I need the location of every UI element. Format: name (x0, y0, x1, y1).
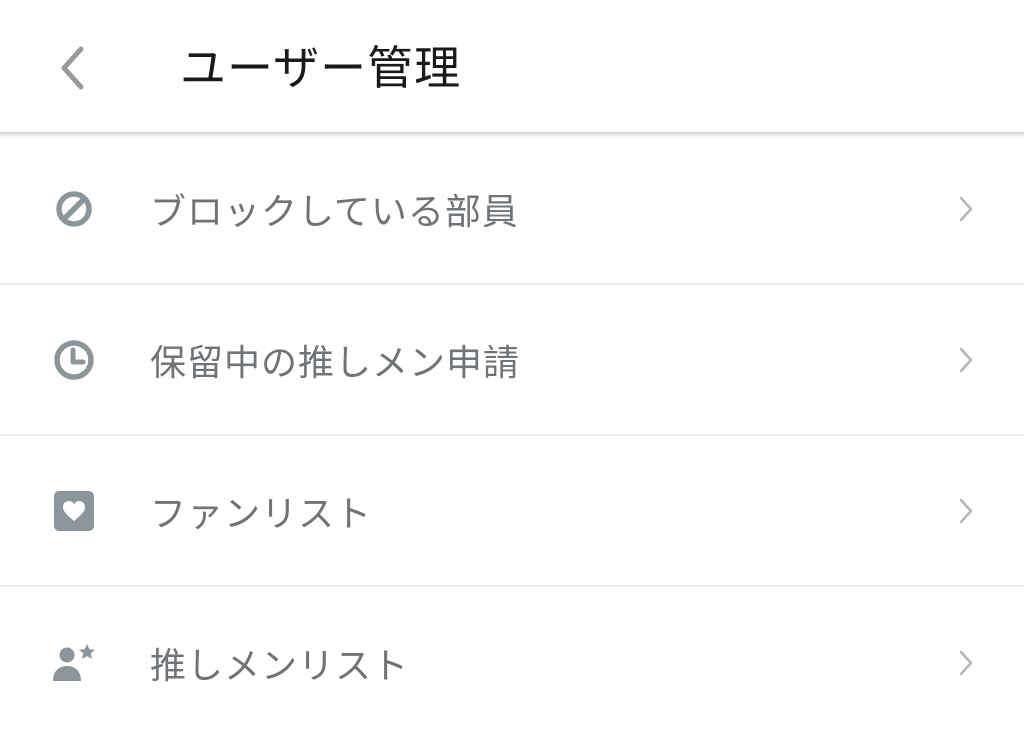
chevron-left-icon (61, 46, 84, 90)
menu-item-label: 推しメンリスト (150, 645, 410, 687)
menu-item-oshimen-list[interactable]: 推しメンリスト (0, 587, 1024, 732)
menu-item-blocked-members[interactable]: ブロックしている部員 (0, 134, 1024, 285)
menu-item-label: ブロックしている部員 (150, 191, 519, 233)
menu-item-fan-list[interactable]: ファンリスト (0, 436, 1024, 587)
menu-item-label: 保留中の推しメン申請 (150, 342, 521, 384)
block-icon (50, 185, 98, 233)
chevron-right-icon (952, 191, 980, 227)
chevron-right-icon (952, 493, 980, 529)
chevron-right-icon (952, 645, 980, 681)
chevron-right-icon (952, 342, 980, 378)
menu-item-label: ファンリスト (150, 493, 373, 535)
user-management-screen: ユーザー管理 ブロックしている部員 保留中の推しメン申請 ファンリスト 推しメン… (0, 0, 1024, 732)
heart-box-icon (50, 487, 98, 535)
app-header: ユーザー管理 (0, 0, 1024, 134)
page-title: ユーザー管理 (180, 41, 462, 95)
back-button[interactable] (40, 30, 104, 106)
person-star-icon (50, 639, 98, 687)
menu-item-pending-requests[interactable]: 保留中の推しメン申請 (0, 285, 1024, 436)
settings-menu: ブロックしている部員 保留中の推しメン申請 ファンリスト 推しメンリスト (0, 134, 1024, 732)
clock-icon (50, 336, 98, 384)
